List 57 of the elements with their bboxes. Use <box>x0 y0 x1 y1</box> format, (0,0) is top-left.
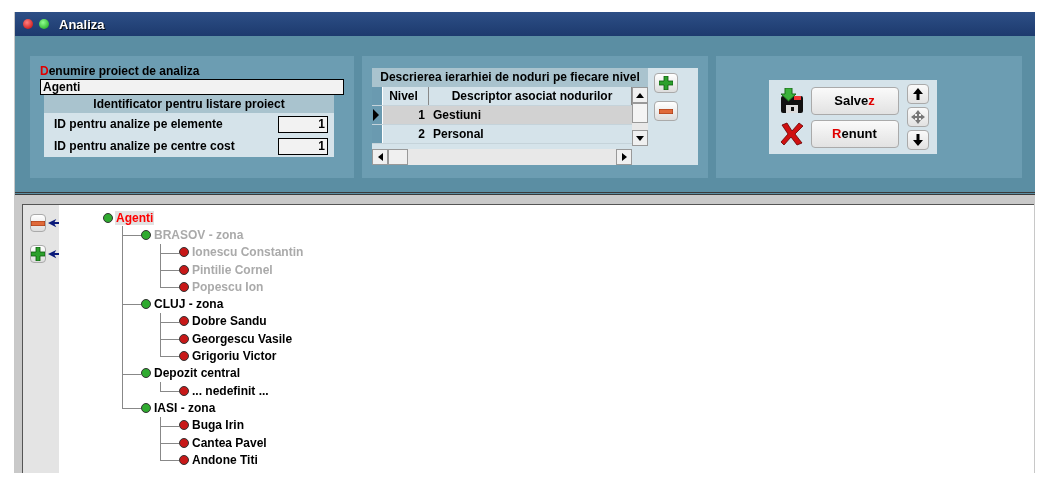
row-header-cell <box>372 87 383 105</box>
tree-item[interactable]: Cantea Pavel <box>191 435 268 450</box>
scroll-thumb[interactable] <box>388 149 408 165</box>
field-label: ID pentru analize pe centre cost <box>54 139 235 153</box>
maximize-dot-icon[interactable] <box>39 19 49 29</box>
collapse-button[interactable] <box>30 214 46 232</box>
minus-icon <box>31 220 45 226</box>
tree-item[interactable]: Dobre Sandu <box>191 314 268 329</box>
tree-item[interactable]: Buga Irin <box>191 418 245 433</box>
cancel-button[interactable]: Renunt <box>810 119 899 148</box>
tree-item[interactable]: ... nedefinit ... <box>191 383 270 398</box>
vertical-scrollbar[interactable] <box>632 87 648 146</box>
tree-item[interactable]: Andone Titi <box>191 452 259 467</box>
move-button[interactable] <box>906 107 929 127</box>
plus-icon <box>659 76 673 90</box>
field-label: Denumire proiect de analiza <box>40 64 201 79</box>
floppy-disk-icon <box>778 87 805 114</box>
tree-connector-line <box>160 381 179 392</box>
down-arrow-icon <box>912 134 923 146</box>
horizontal-scrollbar[interactable] <box>372 149 632 165</box>
table-cell-text: 2 <box>417 126 426 143</box>
tree-item[interactable]: IASI - zona <box>153 400 217 415</box>
input-field[interactable]: 1 <box>278 115 328 133</box>
expand-button[interactable] <box>30 245 46 263</box>
save-button[interactable]: Salvez <box>810 86 899 115</box>
window-title: Analiza <box>59 16 105 32</box>
tree-item[interactable]: Georgescu Vasile <box>191 331 294 346</box>
scroll-left-icon[interactable] <box>377 153 383 161</box>
field-label: ID pentru analize pe elemente <box>54 117 223 131</box>
remove-button[interactable] <box>654 101 678 121</box>
input-field[interactable]: 1 <box>278 137 328 155</box>
up-arrow-icon <box>912 88 923 100</box>
table-cell-text: 1 <box>417 107 426 124</box>
tree-item[interactable]: Depozit central <box>153 366 241 381</box>
scroll-thumb[interactable] <box>632 103 648 123</box>
four-way-arrow-icon <box>910 110 925 124</box>
tree-item[interactable]: Grigoriu Victor <box>191 349 278 363</box>
grid-row[interactable]: 1 Gestiuni <box>372 106 632 125</box>
table-cell-text: Gestiuni <box>432 107 482 124</box>
close-dot-icon[interactable] <box>23 19 33 29</box>
row-pointer-icon <box>372 109 379 121</box>
table-cell-text: Personal <box>432 126 485 143</box>
minus-icon <box>659 108 673 114</box>
tree-item[interactable]: CLUJ - zona <box>153 297 225 312</box>
scroll-right-icon[interactable] <box>621 153 627 161</box>
section-title: Identificator pentru listare proiect <box>44 95 334 113</box>
plus-icon <box>31 247 45 261</box>
grid-row[interactable]: 2 Personal <box>372 125 632 144</box>
row-indicator <box>372 125 383 143</box>
add-button[interactable] <box>654 73 678 93</box>
scroll-down-icon[interactable] <box>636 135 644 141</box>
x-icon <box>779 121 804 146</box>
move-down-button[interactable] <box>906 130 929 150</box>
input-field[interactable]: Agenti <box>40 79 344 95</box>
scroll-up-icon[interactable] <box>636 92 644 98</box>
grid-title: Descrierea ierarhiei de noduri pe fiecare nivel <box>372 68 648 87</box>
move-up-button[interactable] <box>906 84 929 104</box>
